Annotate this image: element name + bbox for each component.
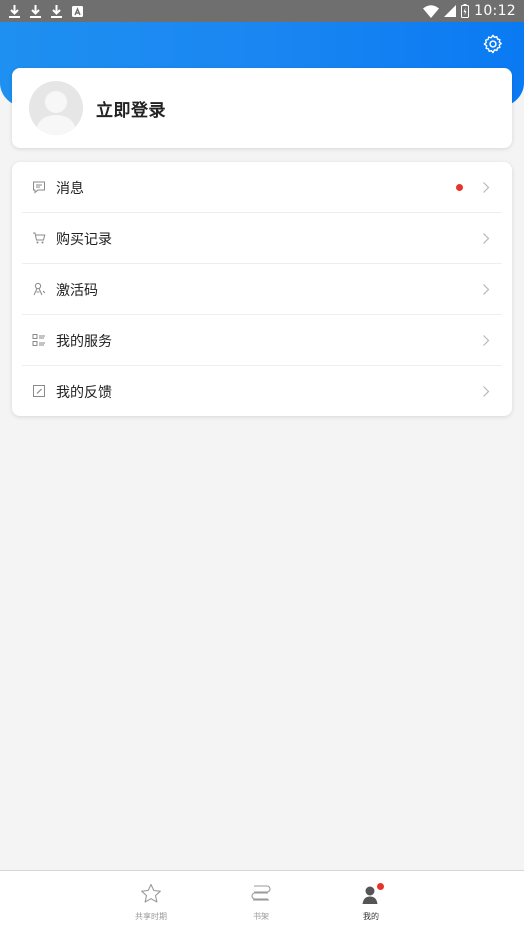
services-icon: [32, 334, 45, 346]
cart-icon: [33, 232, 46, 244]
wifi-icon: [423, 4, 440, 18]
message-icon: [33, 181, 45, 194]
default-avatar-icon: [35, 91, 77, 135]
menu-card: 消息 购买记录 激活码 我的服务 我的反馈: [12, 162, 512, 416]
menu-item-label: 消息: [56, 181, 84, 197]
nav-label: 我的: [363, 912, 379, 921]
login-label[interactable]: 立即登录: [96, 96, 166, 121]
menu-item-my-feedback[interactable]: 我的反馈: [12, 366, 512, 417]
notification-dot: [377, 883, 384, 890]
chevron-right-icon: [483, 335, 490, 346]
download-icon: [51, 4, 62, 18]
status-bar: 10:12: [0, 0, 524, 22]
menu-item-activation-code[interactable]: 激活码: [12, 264, 512, 315]
system-icons: 10:12: [423, 0, 516, 22]
nav-label: 书架: [253, 912, 269, 921]
menu-item-my-services[interactable]: 我的服务: [12, 315, 512, 366]
nav-label: 共享时期: [135, 912, 167, 921]
unread-badge: [456, 184, 463, 191]
bookshelf-icon: [251, 885, 271, 901]
signal-icon: [444, 5, 457, 17]
menu-item-label: 我的服务: [56, 334, 112, 350]
star-icon: [141, 883, 161, 903]
chevron-right-icon: [483, 284, 490, 295]
menu-item-messages[interactable]: 消息: [12, 162, 512, 213]
chevron-right-icon: [483, 182, 490, 193]
notification-icons: [8, 3, 84, 19]
download-icon: [9, 4, 20, 18]
login-card[interactable]: 立即登录: [12, 68, 512, 148]
chevron-right-icon: [483, 386, 490, 397]
menu-item-purchase-history[interactable]: 购买记录: [12, 213, 512, 264]
battery-icon: [461, 4, 470, 18]
chevron-right-icon: [483, 233, 490, 244]
settings-gear-icon[interactable]: [482, 33, 504, 55]
menu-item-label: 我的反馈: [56, 385, 112, 401]
bottom-nav: 共享时期 书架 我的: [0, 870, 524, 932]
nav-item-me[interactable]: 我的: [336, 871, 406, 932]
menu-item-label: 激活码: [56, 283, 98, 299]
feedback-icon: [33, 385, 45, 397]
nav-item-shared[interactable]: 共享时期: [116, 871, 186, 932]
app-notification-icon: [72, 5, 83, 17]
clock: 10:12: [474, 3, 516, 19]
menu-item-label: 购买记录: [56, 232, 112, 248]
avatar[interactable]: [29, 81, 83, 135]
nav-item-bookshelf[interactable]: 书架: [226, 871, 296, 932]
activation-icon: [33, 282, 46, 296]
download-icon: [30, 4, 41, 18]
